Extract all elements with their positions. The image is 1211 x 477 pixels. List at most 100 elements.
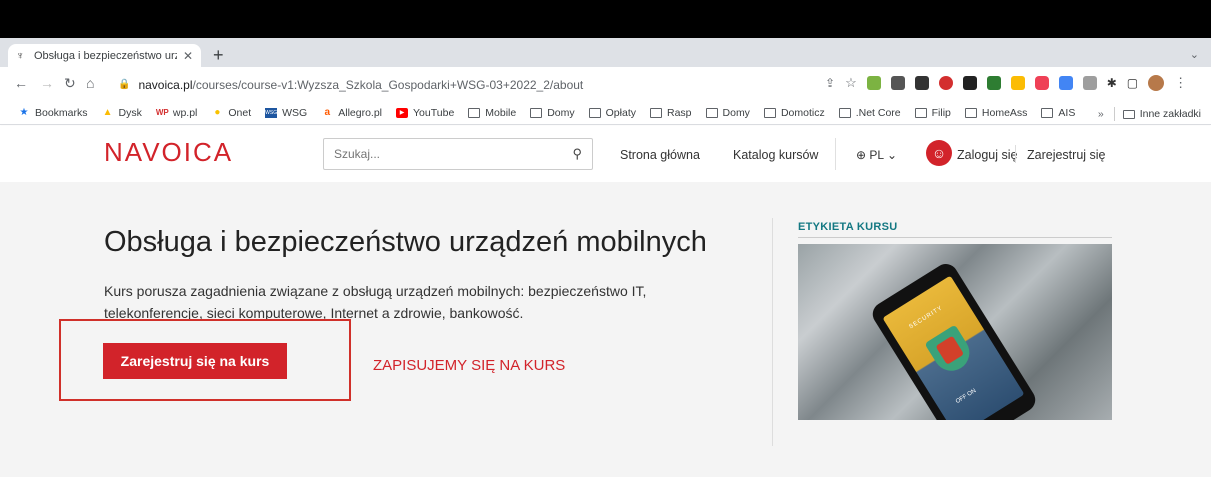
bookmark-folder[interactable]: .Net Core [838, 107, 901, 119]
divider [1113, 107, 1115, 121]
nav-home-link[interactable]: Strona główna [620, 148, 700, 162]
extension-icon[interactable] [914, 76, 929, 90]
language-label: PL [869, 148, 884, 162]
bookmark-folder[interactable]: Rasp [650, 107, 692, 119]
tab-search-chevron-icon[interactable]: ⌄ [1190, 48, 1199, 61]
lock-icon [935, 335, 965, 365]
bookmark-folder[interactable]: Domoticz [763, 107, 825, 119]
menu-kebab-icon[interactable]: ⋮ [1174, 75, 1187, 91]
folder-icon [468, 108, 481, 118]
chevron-down-icon: ⌄ [886, 148, 898, 162]
profile-avatar[interactable] [1148, 75, 1165, 91]
other-bookmarks[interactable]: Inne zakładki [1140, 108, 1201, 120]
star-icon: ★ [19, 107, 29, 118]
phone-illustration: SECURITY OFF ON [868, 259, 1040, 420]
search-input[interactable] [334, 147, 564, 161]
new-tab-button[interactable]: + [213, 45, 224, 65]
course-title: Obsługa i bezpieczeństwo urządzeń mobiln… [104, 226, 707, 258]
phone-screen: SECURITY OFF ON [882, 275, 1025, 420]
folder-icon [964, 108, 977, 118]
window-top-bar [0, 0, 1211, 38]
globe-icon: ⊕ [856, 148, 867, 162]
course-main: Obsługa i bezpieczeństwo urządzeń mobiln… [0, 182, 1211, 477]
url-text: navoica.pl/courses/course-v1:Wyzsza_Szko… [138, 77, 584, 92]
back-icon[interactable]: ← [14, 75, 28, 91]
folder-icon [705, 108, 718, 118]
bookmark-item[interactable]: ▶ YouTube [396, 107, 454, 119]
adblock-icon[interactable] [938, 76, 953, 90]
address-bar[interactable]: 🔒 navoica.pl/courses/course-v1:Wyzsza_Sz… [100, 72, 815, 97]
enroll-button[interactable]: Zarejestruj się na kurs [103, 343, 287, 379]
onet-icon: ● [214, 107, 221, 118]
bookmark-star-icon[interactable]: ☆ [845, 75, 857, 91]
course-description: Kurs porusza zagadnienia związane z obsł… [104, 283, 647, 321]
pocket-icon[interactable] [1034, 76, 1049, 90]
register-link[interactable]: Zarejestruj się [1027, 148, 1106, 162]
folder-icon [914, 108, 927, 118]
toggle-text: OFF ON [954, 388, 978, 406]
extensions-puzzle-icon[interactable]: ✱ [1107, 76, 1117, 90]
close-tab-icon[interactable]: ✕ [183, 49, 193, 63]
course-label-heading: ETYKIETA KURSU [798, 221, 898, 233]
extension-icon[interactable] [986, 76, 1001, 90]
folder-icon [588, 108, 601, 118]
bookmarks-right: » Inne zakładki [1098, 107, 1201, 121]
language-selector[interactable]: ⊕ PL ⌄ [856, 148, 897, 162]
tab-title: Obsługa i bezpieczeństwo urzą [34, 49, 177, 62]
extension-icon[interactable] [1082, 76, 1097, 90]
bookmark-folder[interactable]: HomeAss [964, 107, 1027, 119]
sidepanel-icon[interactable]: ▢ [1127, 76, 1138, 90]
bookmark-folder[interactable]: Mobile [468, 107, 516, 119]
folder-icon [1041, 108, 1054, 118]
bookmarks-bar: ★ Bookmarks ▲ Dysk WP wp.pl ● Onet WSG WSG aA… [0, 102, 1211, 125]
translate-icon[interactable] [1058, 76, 1073, 90]
bookmark-item[interactable]: ● Onet [211, 107, 251, 119]
folder-icon [763, 108, 776, 118]
user-icon[interactable]: ☺ [926, 140, 952, 166]
bookmarks-overflow-button[interactable]: » [1098, 108, 1104, 120]
folder-icon [838, 108, 851, 118]
bookmark-folder[interactable]: Domy [530, 107, 575, 119]
folder-icon [1122, 109, 1135, 119]
forward-icon[interactable]: → [40, 75, 54, 91]
tab-strip: ♆ Obsługa i bezpieczeństwo urzą ✕ + ⌄ [0, 38, 1211, 67]
bookmark-folder[interactable]: Domy [705, 107, 750, 119]
login-link[interactable]: Zaloguj się [957, 148, 1017, 162]
wsg-icon: WSG [265, 108, 278, 118]
bookmark-folder[interactable]: AIS [1041, 107, 1075, 119]
search-icon[interactable]: ⚲ [572, 146, 582, 162]
extension-icon[interactable] [866, 76, 881, 90]
bookmark-item[interactable]: WSG WSG [265, 107, 307, 119]
allegro-icon: a [324, 107, 331, 118]
extensions-area: ⇪ ☆ ✱ ▢ ⋮ [825, 75, 1187, 91]
navoica-icon: ♆ [16, 49, 25, 62]
browser-tab[interactable]: ♆ Obsługa i bezpieczeństwo urzą ✕ [8, 44, 201, 67]
reload-icon[interactable]: ↻ [64, 75, 76, 91]
drive-icon[interactable] [1010, 76, 1025, 90]
folder-icon [530, 108, 543, 118]
divider [835, 138, 836, 170]
security-text: SECURITY [908, 305, 945, 331]
youtube-icon: ▶ [396, 108, 409, 118]
extension-icon[interactable] [962, 76, 977, 90]
drive-icon: ▲ [102, 107, 113, 118]
bookmark-item[interactable]: ▲ Dysk [102, 107, 142, 119]
share-icon[interactable]: ⇪ [825, 76, 835, 90]
bookmark-folder[interactable]: Opłaty [588, 107, 636, 119]
bookmark-item[interactable]: WP wp.pl [156, 107, 198, 119]
annotation-text: ZAPISUJEMY SIĘ NA KURS [373, 357, 566, 374]
extension-icon[interactable] [890, 76, 905, 90]
nav-catalog-link[interactable]: Katalog kursów [733, 148, 818, 162]
lock-icon: 🔒 [118, 79, 131, 90]
divider [1015, 145, 1016, 163]
navoica-logo[interactable]: NAVOICA [104, 137, 233, 168]
bookmark-item[interactable]: a Allegro.pl [321, 107, 382, 119]
divider [798, 237, 1112, 238]
bookmark-item[interactable]: ★ Bookmarks [18, 107, 88, 119]
folder-icon [650, 108, 662, 118]
bookmark-folder[interactable]: Filip [914, 107, 951, 119]
wp-icon: WP [155, 108, 169, 117]
shield-icon [924, 324, 977, 378]
home-icon[interactable]: ⌂ [86, 75, 94, 91]
divider [772, 218, 773, 446]
